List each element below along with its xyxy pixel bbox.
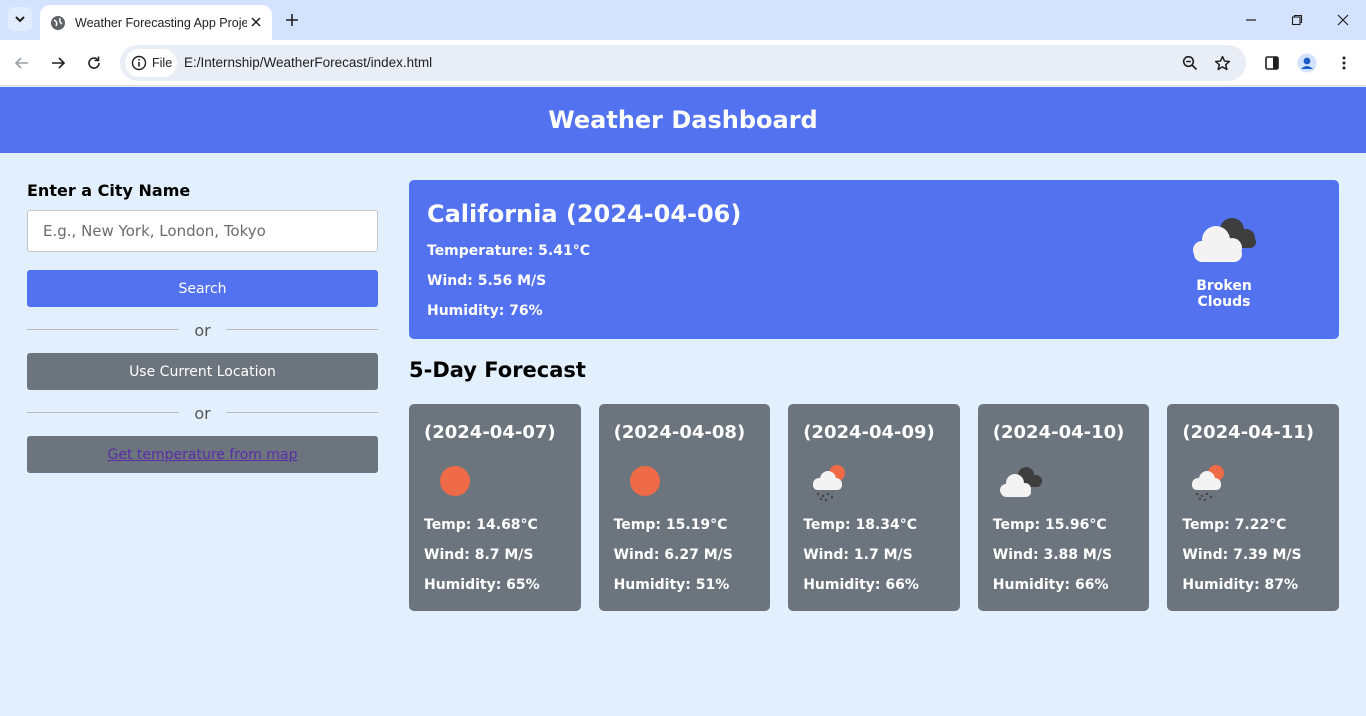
forecast-temp: Temp: 15.19°C bbox=[613, 517, 728, 533]
arrow-left-icon bbox=[14, 57, 28, 69]
page-header: Weather Dashboard bbox=[0, 87, 1366, 153]
forecast-card: (2024-04-07) Temp: 14.68°C Wind: 8.7 M/S… bbox=[409, 404, 581, 611]
forecast-humidity: Humidity: 51% bbox=[613, 577, 730, 593]
broken-clouds-icon bbox=[1193, 218, 1256, 262]
rain-sun-icon bbox=[1192, 465, 1225, 502]
zoom-button[interactable] bbox=[1180, 53, 1200, 73]
current-weather-icon-wrap: Broken Clouds bbox=[1169, 210, 1279, 310]
close-icon bbox=[251, 17, 261, 27]
forecast-date: (2024-04-07) bbox=[424, 422, 556, 443]
back-button[interactable] bbox=[10, 51, 34, 75]
forecast-card: (2024-04-08) Temp: 15.19°C Wind: 6.27 M/… bbox=[598, 404, 771, 611]
map-link[interactable]: Get temperature from map bbox=[108, 447, 298, 463]
sun-icon bbox=[440, 466, 470, 496]
site-chip-label: File bbox=[152, 56, 173, 70]
new-tab-button[interactable] bbox=[282, 10, 302, 30]
chevron-down-icon bbox=[15, 16, 25, 23]
plus-icon bbox=[286, 14, 298, 26]
tab-title: Weather Forecasting App Proje bbox=[75, 15, 247, 30]
forecast-temp: Temp: 7.22°C bbox=[1182, 517, 1287, 533]
close-window-button[interactable] bbox=[1333, 10, 1353, 30]
forward-button[interactable] bbox=[46, 51, 70, 75]
bookmark-button[interactable] bbox=[1212, 53, 1232, 73]
city-input[interactable] bbox=[27, 210, 378, 252]
forecast-title: 5-Day Forecast bbox=[409, 358, 586, 382]
browser-toolbar: File E:/Internship/WeatherForecast/index… bbox=[0, 40, 1366, 86]
more-vert-icon bbox=[1342, 56, 1346, 70]
browser-tab[interactable]: Weather Forecasting App Proje bbox=[40, 5, 272, 40]
current-description: Broken Clouds bbox=[1196, 278, 1252, 310]
city-input-label: Enter a City Name bbox=[27, 181, 191, 200]
forecast-wind: Wind: 3.88 M/S bbox=[992, 547, 1113, 563]
current-city-date: California (2024-04-06) bbox=[427, 200, 742, 228]
side-panel-button[interactable] bbox=[1260, 51, 1284, 75]
site-info-chip[interactable]: File bbox=[125, 49, 177, 77]
forecast-temp: Temp: 15.96°C bbox=[992, 517, 1107, 533]
sun-icon bbox=[629, 466, 660, 496]
forecast-date: (2024-04-09) bbox=[803, 422, 935, 443]
forecast-wind: Wind: 6.27 M/S bbox=[613, 547, 733, 563]
forecast-date: (2024-04-10) bbox=[992, 422, 1125, 443]
globe-icon bbox=[51, 15, 65, 30]
arrow-right-icon bbox=[52, 57, 66, 69]
current-location-button[interactable]: Use Current Location bbox=[27, 353, 378, 390]
side-panel-icon bbox=[1265, 56, 1279, 70]
current-temperature: Temperature: 5.41°C bbox=[427, 243, 590, 259]
forecast-card: (2024-04-11) Temp: 7.22°C Wind: 7.39 M/S… bbox=[1167, 404, 1339, 611]
forecast-card: (2024-04-09) Temp: 18.34°C Wind: 1.7 M/S… bbox=[788, 404, 960, 611]
forecast-humidity: Humidity: 66% bbox=[803, 577, 919, 593]
star-icon bbox=[1214, 55, 1230, 70]
divider-text: or bbox=[194, 403, 211, 423]
forecast-temp: Temp: 14.68°C bbox=[424, 517, 538, 533]
search-panel: Enter a City Name Search or Use Current … bbox=[27, 181, 378, 473]
url-text[interactable]: E:/Internship/WeatherForecast/index.html bbox=[184, 55, 432, 70]
forecast-wind: Wind: 7.39 M/S bbox=[1182, 547, 1302, 563]
or-divider: or bbox=[27, 390, 378, 436]
forecast-humidity: Humidity: 66% bbox=[992, 577, 1109, 593]
search-button[interactable]: Search bbox=[27, 270, 378, 307]
map-button[interactable]: Get temperature from map bbox=[27, 436, 378, 473]
rain-sun-icon bbox=[813, 465, 846, 502]
reload-icon bbox=[88, 56, 100, 69]
divider-text: or bbox=[194, 320, 211, 340]
address-bar[interactable]: File E:/Internship/WeatherForecast/index… bbox=[120, 45, 1246, 81]
or-divider: or bbox=[27, 307, 378, 353]
broken-clouds-icon bbox=[999, 467, 1042, 497]
minimize-button[interactable] bbox=[1241, 10, 1261, 30]
forecast-humidity: Humidity: 87% bbox=[1182, 577, 1299, 593]
forecast-date: (2024-04-08) bbox=[613, 422, 746, 443]
reload-button[interactable] bbox=[82, 51, 106, 75]
forecast-wind: Wind: 8.7 M/S bbox=[424, 547, 534, 563]
forecast-list: (2024-04-07) Temp: 14.68°C Wind: 8.7 M/S… bbox=[409, 404, 1339, 611]
close-icon bbox=[1337, 14, 1349, 26]
forecast-temp: Temp: 18.34°C bbox=[803, 517, 918, 533]
forecast-card: (2024-04-10) Temp: 15.96°C Wind: 3.88 M/… bbox=[977, 404, 1150, 611]
current-wind: Wind: 5.56 M/S bbox=[427, 273, 547, 289]
tab-close-button[interactable] bbox=[248, 14, 264, 30]
restore-button[interactable] bbox=[1287, 10, 1307, 30]
info-icon bbox=[131, 55, 147, 71]
forecast-humidity: Humidity: 65% bbox=[424, 577, 540, 593]
menu-button[interactable] bbox=[1332, 51, 1356, 75]
avatar-icon bbox=[1297, 53, 1317, 73]
zoom-out-icon bbox=[1182, 55, 1198, 71]
forecast-date: (2024-04-11) bbox=[1182, 422, 1314, 443]
page-title: Weather Dashboard bbox=[548, 106, 818, 134]
current-weather-card: California (2024-04-06) Temperature: 5.4… bbox=[409, 180, 1339, 339]
forecast-wind: Wind: 1.7 M/S bbox=[803, 547, 913, 563]
current-humidity: Humidity: 76% bbox=[427, 303, 543, 319]
minimize-icon bbox=[1246, 19, 1256, 21]
browser-tab-bar: Weather Forecasting App Proje bbox=[0, 0, 1366, 40]
tab-search-button[interactable] bbox=[8, 7, 32, 31]
restore-icon bbox=[1291, 14, 1303, 26]
profile-button[interactable] bbox=[1295, 51, 1319, 75]
